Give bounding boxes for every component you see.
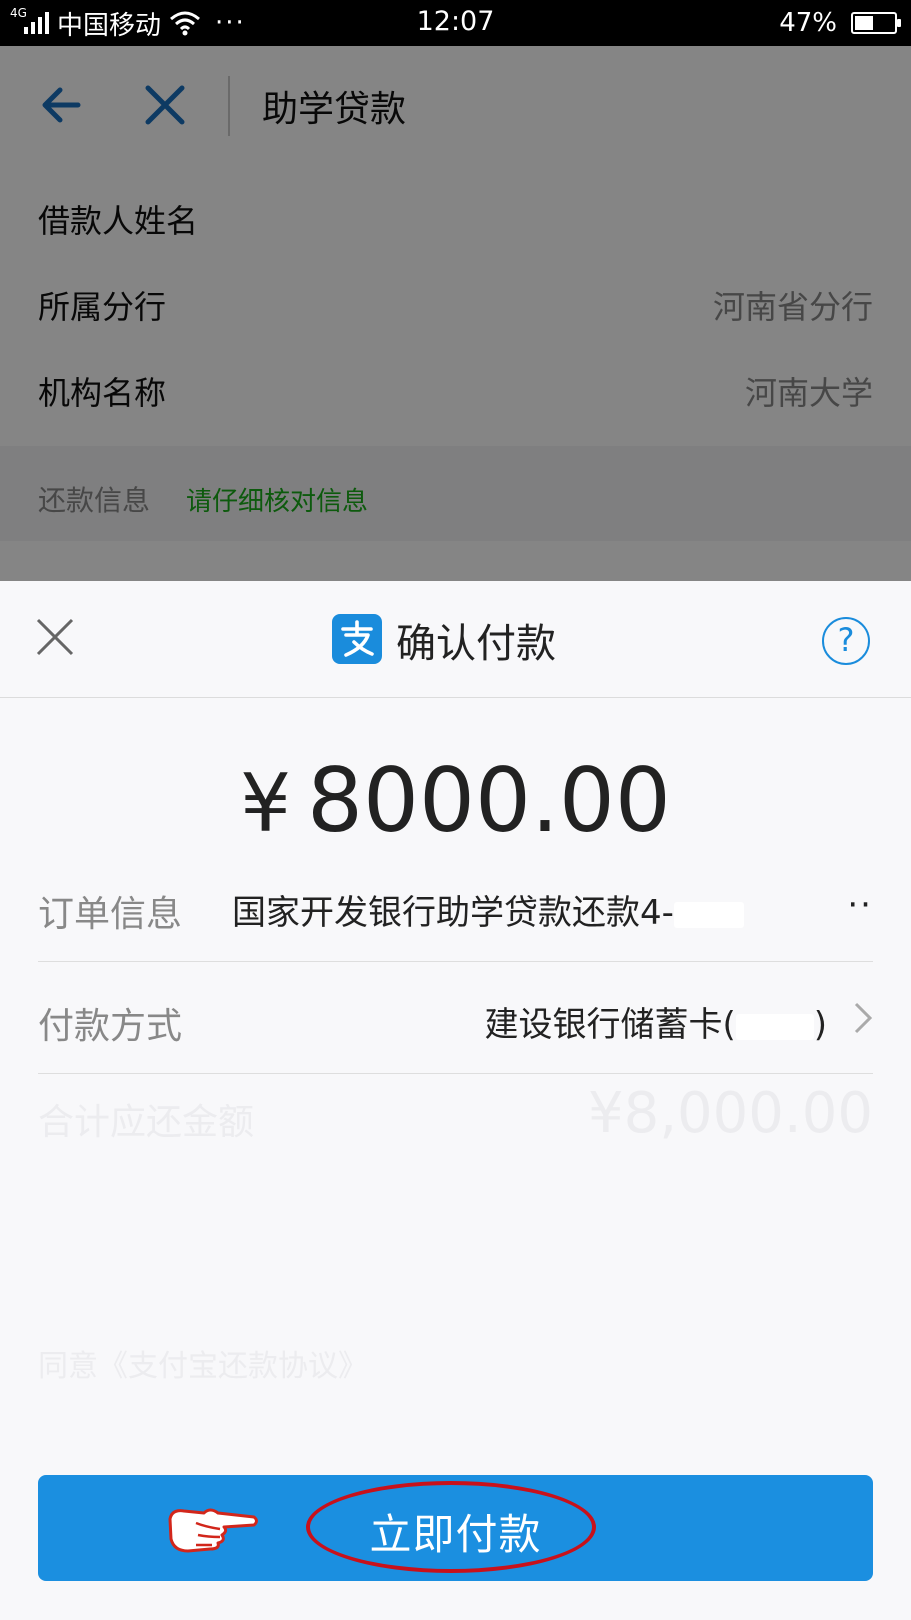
sheet-close-icon[interactable]	[36, 618, 74, 656]
alipay-logo-icon	[332, 614, 382, 664]
sheet-header: 确认付款 ?	[0, 581, 911, 698]
payment-method-label: 付款方式	[38, 1006, 183, 1047]
battery-fill	[855, 16, 873, 30]
ghost-total-value: ¥8,000.00	[587, 1081, 873, 1146]
order-info-row: 订单信息 国家开发银行助学贷款还款4- ··	[38, 851, 873, 962]
order-info-tail: ··	[847, 885, 873, 925]
ghost-agree-text: 同意《支付宝还款协议》	[38, 1349, 368, 1384]
help-icon[interactable]: ?	[822, 617, 870, 665]
order-info-label: 订单信息	[38, 894, 183, 935]
pay-now-button[interactable]: 立即付款	[38, 1475, 873, 1581]
currency-symbol: ¥	[240, 757, 291, 850]
sheet-title: 确认付款	[396, 621, 556, 667]
ghost-total-label: 合计应还金额	[38, 1102, 255, 1143]
card-number-mask	[735, 1013, 814, 1040]
order-info-text: 国家开发银行助学贷款还款4-	[232, 893, 674, 933]
battery-icon	[851, 12, 901, 34]
battery-group: 47%	[779, 6, 901, 40]
redaction-mask	[673, 901, 744, 928]
payment-method-text: 建设银行储蓄卡(	[484, 1005, 736, 1045]
payment-sheet: 合计应还金额 ¥8,000.00 同意《支付宝还款协议》 确认付款 ? ¥800…	[0, 581, 911, 1620]
battery-percent: 47%	[779, 8, 837, 38]
amount-value: 8000.00	[307, 749, 671, 852]
status-time: 12:07	[416, 6, 495, 37]
status-bar: 4G 中国移动 ··· 12:07 47%	[0, 0, 911, 46]
highlight-ellipse	[306, 1481, 596, 1573]
chevron-right-icon	[854, 1002, 873, 1034]
payment-method-row[interactable]: 付款方式 建设银行储蓄卡()	[38, 963, 873, 1074]
order-info-value: 国家开发银行助学贷款还款4-	[232, 885, 744, 934]
payment-amount: ¥8000.00	[0, 749, 911, 852]
payment-method-close-paren: )	[813, 1005, 827, 1045]
dim-overlay[interactable]	[0, 46, 911, 581]
payment-method-value: 建设银行储蓄卡()	[484, 997, 827, 1046]
